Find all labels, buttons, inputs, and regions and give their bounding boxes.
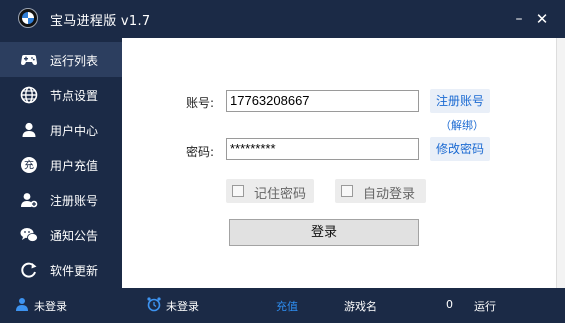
- sidebar-item-register[interactable]: 注册账号: [0, 182, 122, 217]
- login-button[interactable]: 登录: [229, 219, 419, 246]
- gamepad-icon: [21, 55, 37, 65]
- minimize-button[interactable]: –: [508, 8, 530, 30]
- alarm-status-text: 未登录: [166, 300, 199, 313]
- sidebar-item-recharge[interactable]: 充 用户充值: [0, 147, 122, 182]
- alarm-clock-icon: [147, 297, 161, 312]
- sidebar-item-label: 软件更新: [50, 264, 99, 278]
- sidebar-item-update[interactable]: 软件更新: [0, 252, 122, 287]
- unbind-link[interactable]: （解绑）: [440, 117, 484, 133]
- sidebar-item-label: 用户充值: [50, 159, 99, 173]
- register-account-button[interactable]: 注册账号: [430, 89, 490, 113]
- remember-password-label: 记住密码: [254, 187, 307, 202]
- sidebar-item-label: 通知公告: [50, 229, 99, 243]
- checkbox-box[interactable]: [232, 185, 244, 197]
- globe-icon: [20, 86, 38, 104]
- login-panel: [122, 38, 556, 288]
- remember-password-checkbox[interactable]: 记住密码: [226, 179, 314, 203]
- close-button[interactable]: ✕: [531, 8, 553, 30]
- sidebar-item-run-list[interactable]: 运行列表: [0, 42, 122, 77]
- auto-login-label: 自动登录: [363, 187, 416, 202]
- sidebar-item-label: 节点设置: [50, 89, 99, 103]
- app-window: 宝马进程版 v1.7 – ✕ 运行列表 节点设置 用户中心 充 用户充值 注册账…: [0, 0, 565, 323]
- account-label: 账号:: [186, 96, 215, 110]
- recharge-link[interactable]: 充值: [276, 298, 298, 314]
- sidebar-item-label: 注册账号: [50, 194, 99, 208]
- sidebar-item-label: 用户中心: [50, 124, 99, 138]
- auto-login-checkbox[interactable]: 自动登录: [335, 179, 426, 203]
- game-name-label: 游戏名: [344, 300, 377, 313]
- add-user-icon: [21, 193, 38, 208]
- password-label: 密码:: [186, 145, 215, 159]
- sidebar-item-node-settings[interactable]: 节点设置: [0, 77, 122, 112]
- chat-icon: [20, 228, 38, 242]
- refresh-icon: [21, 262, 37, 278]
- checkbox-box[interactable]: [341, 185, 353, 197]
- user-icon: [22, 122, 36, 137]
- sidebar: 运行列表 节点设置 用户中心 充 用户充值 注册账号 通知公告 软件更新: [0, 38, 122, 288]
- sidebar-item-label: 运行列表: [50, 54, 99, 68]
- password-input[interactable]: *********: [226, 138, 419, 160]
- panel-edge: [556, 38, 565, 288]
- status-bar: 未登录 未登录 充值 游戏名 0 运行: [0, 288, 565, 323]
- user-status-text: 未登录: [34, 300, 67, 313]
- sidebar-item-notice[interactable]: 通知公告: [0, 217, 122, 252]
- window-title: 宝马进程版 v1.7: [50, 14, 151, 29]
- user-status-icon: [16, 298, 28, 311]
- change-password-button[interactable]: 修改密码: [430, 137, 490, 161]
- running-count: 0: [446, 298, 453, 311]
- recharge-icon: 充: [21, 157, 37, 173]
- account-input[interactable]: 17763208667: [226, 90, 419, 112]
- running-label: 运行: [474, 300, 496, 313]
- svg-text:充: 充: [24, 159, 34, 172]
- bmw-logo-icon: [18, 8, 38, 28]
- title-bar[interactable]: 宝马进程版 v1.7 – ✕: [0, 0, 565, 38]
- sidebar-item-user-center[interactable]: 用户中心: [0, 112, 122, 147]
